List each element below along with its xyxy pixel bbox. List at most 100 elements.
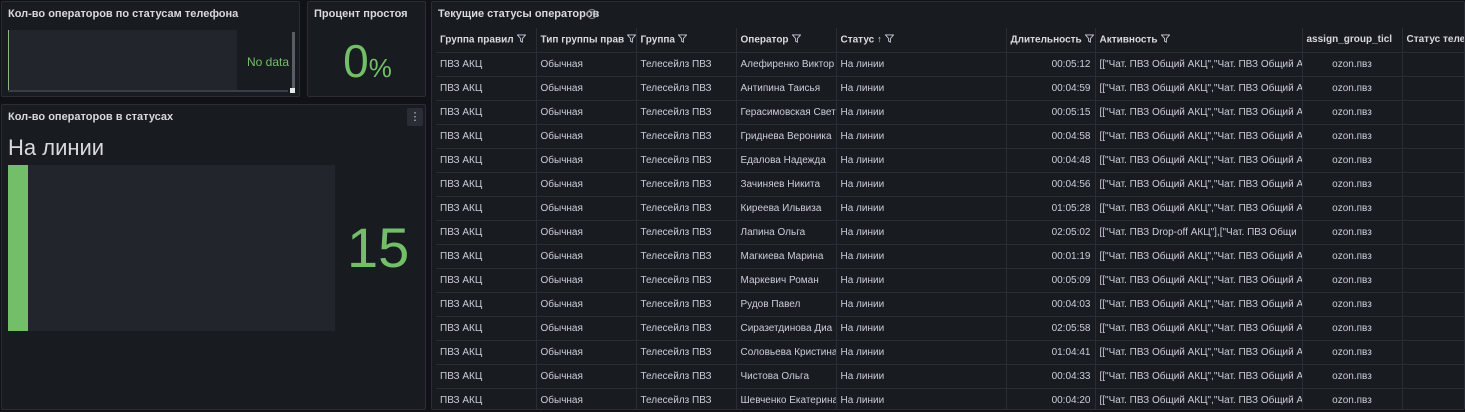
table-cell: На линии	[836, 268, 1007, 293]
bar-gauge-label: На линии	[8, 135, 105, 160]
column-header[interactable]: Статус ↑	[836, 28, 1007, 53]
column-header[interactable]: Статус теле	[1402, 28, 1464, 53]
column-header-label: Группа	[640, 34, 675, 46]
table-cell: ozon.пвз	[1302, 196, 1403, 221]
table-cell: 01:04:41	[1006, 340, 1096, 365]
table-cell: [["Чат. ПВЗ Общий АКЦ","Чат. ПВЗ Общий А	[1095, 100, 1303, 125]
table-cell: 00:04:56	[1006, 172, 1096, 197]
table-cell: На линии	[836, 316, 1007, 341]
filter-icon[interactable]	[516, 34, 527, 46]
table-cell: Телесейлз ПВЗ	[636, 244, 737, 269]
table-row[interactable]: ПВЗ АКЦ Обычная Телесейлз ПВЗ Герасимовская…	[436, 100, 1464, 125]
table-row[interactable]: ПВЗ АКЦ Обычная Телесейлз ПВЗ Рудов Павел На…	[436, 292, 1464, 317]
table-cell: Гриднева Вероника	[736, 124, 837, 149]
operator-table-panel: Текущие статусы операторов i Группа прав…	[431, 1, 1465, 410]
table-row[interactable]: ПВЗ АКЦ Обычная Телесейлз ПВЗ Киреева Ильви…	[436, 196, 1464, 221]
table-cell: Телесейлз ПВЗ	[636, 196, 737, 221]
sort-ascending-icon[interactable]: ↑	[877, 34, 882, 44]
table-cell: Обычная	[536, 364, 637, 389]
table-row[interactable]: ПВЗ АКЦ Обычная Телесейлз ПВЗ Лапина Ольга Н…	[436, 220, 1464, 245]
info-icon[interactable]: i	[587, 9, 597, 19]
column-header[interactable]: Длительность	[1006, 28, 1096, 53]
table-cell: На линии	[836, 292, 1007, 317]
table-row[interactable]: ПВЗ АКЦ Обычная Телесейлз ПВЗ Маркевич Рома…	[436, 268, 1464, 293]
table-cell	[1402, 268, 1464, 293]
table-cell: ПВЗ АКЦ	[436, 100, 537, 125]
table-cell: 00:04:59	[1006, 76, 1096, 101]
column-header[interactable]: Оператор	[736, 28, 837, 53]
table-cell: [["Чат. ПВЗ Общий АКЦ","Чат. ПВЗ Общий А	[1095, 364, 1303, 389]
column-header-label: Длительность	[1010, 34, 1082, 46]
table-cell: 00:01:19	[1006, 244, 1096, 269]
table-cell: Телесейлз ПВЗ	[636, 340, 737, 365]
table-cell: ozon.пвз	[1302, 340, 1403, 365]
filter-icon[interactable]	[884, 34, 895, 46]
table-cell: Телесейлз ПВЗ	[636, 316, 737, 341]
table-cell: Телесейлз ПВЗ	[636, 292, 737, 317]
table-row[interactable]: ПВЗ АКЦ Обычная Телесейлз ПВЗ Соловьева Кри…	[436, 340, 1464, 365]
table-row[interactable]: ПВЗ АКЦ Обычная Телесейлз ПВЗ Сиразетдинова…	[436, 316, 1464, 341]
table-cell: ПВЗ АКЦ	[436, 244, 537, 269]
column-header-label: Оператор	[740, 34, 789, 46]
table-cell: ozon.пвз	[1302, 148, 1403, 173]
table-cell: Обычная	[536, 316, 637, 341]
filter-icon[interactable]	[677, 34, 688, 46]
table-cell: Обычная	[536, 388, 637, 409]
table-row[interactable]: ПВЗ АКЦ Обычная Телесейлз ПВЗ Алефиренко Ви…	[436, 52, 1464, 77]
table-cell: Телесейлз ПВЗ	[636, 172, 737, 197]
table-cell: ozon.пвз	[1302, 316, 1403, 341]
resize-handle[interactable]	[290, 88, 295, 93]
table-cell: На линии	[836, 148, 1007, 173]
table-cell: На линии	[836, 364, 1007, 389]
table-cell: Телесейлз ПВЗ	[636, 388, 737, 409]
column-header[interactable]: Активность	[1095, 28, 1303, 53]
table-row[interactable]: ПВЗ АКЦ Обычная Телесейлз ПВЗ Едалова Надеж…	[436, 148, 1464, 173]
table-cell: На линии	[836, 220, 1007, 245]
table-cell	[1402, 148, 1464, 173]
panel-menu-button[interactable]: ⋮	[407, 108, 423, 126]
table-cell: Соловьева Кристина	[736, 340, 837, 365]
column-header[interactable]: Группа	[636, 28, 737, 53]
table-row[interactable]: ПВЗ АКЦ Обычная Телесейлз ПВЗ Магкиева Мари…	[436, 244, 1464, 269]
table-cell: Телесейлз ПВЗ	[636, 100, 737, 125]
table-cell: ПВЗ АКЦ	[436, 76, 537, 101]
table-cell: Едалова Надежда	[736, 148, 837, 173]
filter-icon[interactable]	[1084, 34, 1094, 46]
vertical-scrollbar[interactable]	[292, 32, 295, 88]
column-header[interactable]: Группа правил	[436, 28, 537, 53]
table-cell: [["Чат. ПВЗ Общий АКЦ","Чат. ПВЗ Общий А	[1095, 148, 1303, 173]
table-row[interactable]: ПВЗ АКЦ Обычная Телесейлз ПВЗ Чистова Ольга…	[436, 364, 1464, 389]
table-cell: ozon.пвз	[1302, 388, 1403, 409]
panel-title: Текущие статусы операторов	[438, 8, 600, 20]
table-cell: На линии	[836, 196, 1007, 221]
table-cell: Обычная	[536, 244, 637, 269]
table-row[interactable]: ПВЗ АКЦ Обычная Телесейлз ПВЗ Антипина Таис…	[436, 76, 1464, 101]
table-cell: ПВЗ АКЦ	[436, 292, 537, 317]
filter-icon[interactable]	[1160, 34, 1171, 46]
table-row[interactable]: ПВЗ АКЦ Обычная Телесейлз ПВЗ Зачиняев Ники…	[436, 172, 1464, 197]
table-cell: Чистова Ольга	[736, 364, 837, 389]
table-cell: На линии	[836, 52, 1007, 77]
table-cell: Антипина Таисья	[736, 76, 837, 101]
horizontal-scrollbar[interactable]	[8, 90, 288, 92]
stat-unit: %	[368, 53, 392, 83]
table-row[interactable]: ПВЗ АКЦ Обычная Телесейлз ПВЗ Шевченко Екат…	[436, 388, 1464, 409]
table-cell: ozon.пвз	[1302, 268, 1403, 293]
filter-icon[interactable]	[791, 34, 802, 46]
table-cell: Рудов Павел	[736, 292, 837, 317]
column-header[interactable]: assign_group_ticl	[1302, 28, 1403, 53]
table-cell: На линии	[836, 100, 1007, 125]
graph-area	[8, 30, 237, 90]
column-header[interactable]: Тип группы прав	[536, 28, 637, 53]
table-cell: [["Чат. ПВЗ Общий АКЦ","Чат. ПВЗ Общий А	[1095, 172, 1303, 197]
table-cell: 00:05:15	[1006, 100, 1096, 125]
table-cell: Обычная	[536, 292, 637, 317]
table-cell	[1402, 220, 1464, 245]
table-row[interactable]: ПВЗ АКЦ Обычная Телесейлз ПВЗ Гриднева Веро…	[436, 124, 1464, 149]
phone-status-panel: Кол-во операторов по статусам телефона N…	[1, 1, 300, 97]
table-cell: Обычная	[536, 196, 637, 221]
table-cell: На линии	[836, 244, 1007, 269]
table-cell: Обычная	[536, 220, 637, 245]
column-header-label: Активность	[1099, 34, 1158, 46]
filter-icon[interactable]	[626, 34, 635, 46]
